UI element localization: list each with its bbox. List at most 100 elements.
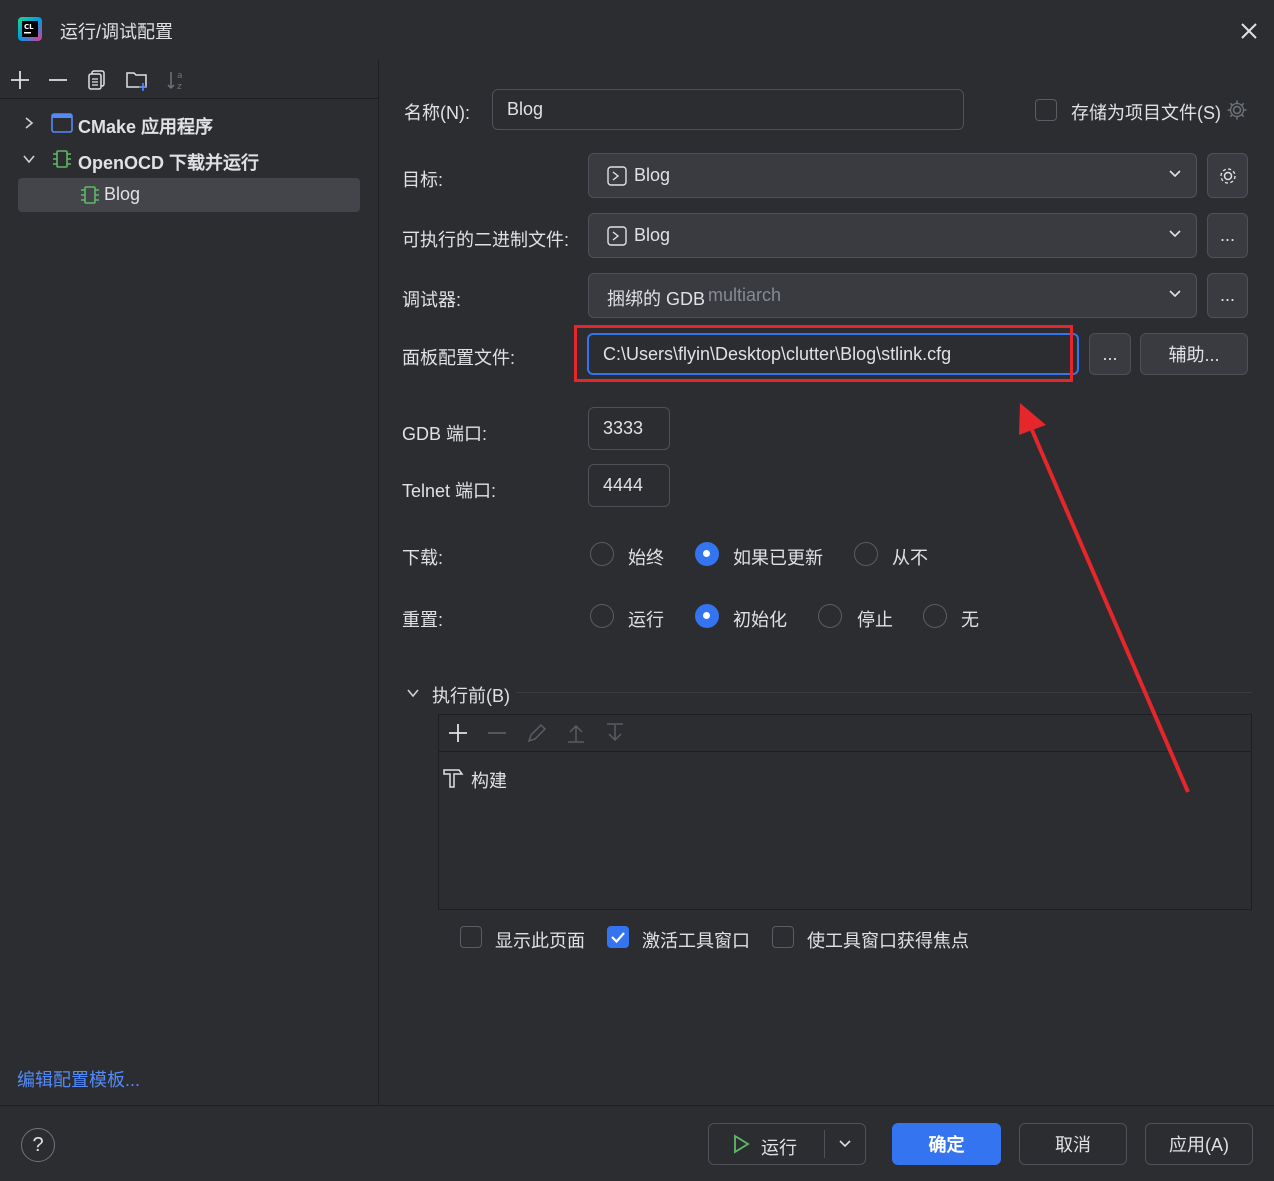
focus-tool-window-label: 使工具窗口获得焦点 (807, 931, 969, 951)
remove-icon[interactable] (46, 68, 70, 92)
gdb-port-input[interactable]: 3333 (588, 407, 670, 450)
download-never-radio[interactable] (854, 542, 878, 566)
move-down-icon (604, 722, 626, 744)
executable-value: Blog (634, 225, 671, 245)
edit-templates-link[interactable]: 编辑配置模板... (17, 1066, 140, 1092)
tree-item-label: CMake 应用程序 (78, 117, 214, 137)
download-never-label: 从不 (892, 548, 928, 568)
apply-button[interactable]: 应用(A) (1145, 1123, 1253, 1165)
configuration-tree-panel (0, 60, 378, 1106)
checkmark-icon (611, 932, 625, 944)
tree-item-label: OpenOCD 下载并运行 (78, 153, 260, 173)
download-label: 下载: (402, 548, 444, 568)
run-split-button[interactable]: 运行 (708, 1123, 866, 1165)
show-page-label: 显示此页面 (495, 931, 585, 951)
copy-icon[interactable] (86, 68, 110, 92)
chevron-down-icon[interactable] (22, 152, 36, 166)
add-icon[interactable] (8, 68, 32, 92)
tree-item-label: Blog (104, 184, 141, 204)
move-up-icon (565, 722, 587, 744)
add-icon[interactable] (447, 722, 469, 744)
target-select[interactable]: Blog (588, 153, 1197, 198)
store-as-project-file-checkbox[interactable] (1035, 99, 1057, 121)
remove-icon (486, 722, 508, 744)
gear-icon (1219, 167, 1236, 184)
board-config-browse-button[interactable]: ... (1089, 333, 1131, 375)
board-config-label: 面板配置文件: (402, 348, 516, 368)
assist-button[interactable]: 辅助... (1140, 333, 1248, 375)
debugger-hint: multiarch (708, 285, 782, 305)
sort-icon: az (165, 68, 189, 92)
chevron-down-icon (1168, 227, 1182, 241)
debugger-value: 捆绑的 GDB (607, 289, 706, 309)
reset-halt-label: 停止 (857, 610, 893, 630)
debugger-label: 调试器: (402, 290, 462, 310)
download-always-label: 始终 (628, 548, 664, 568)
tree-item-cmake-application[interactable]: CMake 应用程序 (18, 107, 360, 141)
telnet-port-label: Telnet 端口: (402, 481, 497, 501)
store-as-project-file-label: 存储为项目文件(S) (1071, 103, 1221, 123)
reset-run-label: 运行 (628, 610, 664, 630)
executable-icon (607, 226, 627, 246)
svg-text:CL: CL (24, 23, 34, 31)
before-launch-item-build[interactable]: 构建 (471, 767, 507, 793)
executable-browse-button[interactable]: ... (1207, 213, 1248, 258)
run-play-icon (731, 1134, 751, 1154)
footer-divider (0, 1105, 1274, 1106)
edit-pencil-icon (526, 722, 548, 744)
telnet-port-input[interactable]: 4444 (588, 464, 670, 507)
reset-init-radio[interactable] (695, 604, 719, 628)
openocd-chip-icon (79, 185, 101, 205)
focus-tool-window-checkbox[interactable] (772, 926, 794, 948)
debugger-browse-button[interactable]: ... (1207, 273, 1248, 318)
chevron-down-icon[interactable] (838, 1137, 852, 1151)
close-icon[interactable] (1234, 16, 1264, 46)
chevron-right-icon[interactable] (22, 116, 36, 130)
annotation-arrow (1019, 403, 1190, 793)
help-button[interactable]: ? (21, 1128, 55, 1162)
download-if-updated-radio[interactable] (695, 542, 719, 566)
title-bar (0, 0, 1274, 60)
reset-run-radio[interactable] (590, 604, 614, 628)
build-hammer-icon (442, 766, 464, 788)
chevron-down-icon[interactable] (406, 686, 420, 700)
tree-item-blog[interactable]: Blog (18, 178, 360, 212)
svg-text:z: z (177, 82, 182, 92)
tree-item-openocd[interactable]: OpenOCD 下载并运行 (18, 143, 360, 177)
download-always-radio[interactable] (590, 542, 614, 566)
gdb-port-label: GDB 端口: (402, 424, 488, 444)
run-label: 运行 (761, 1138, 797, 1158)
split-divider (824, 1130, 825, 1158)
activate-tool-window-checkbox[interactable] (607, 926, 629, 948)
executable-select[interactable]: Blog (588, 213, 1197, 258)
reset-none-label: 无 (961, 610, 979, 630)
clion-logo-icon: CL (18, 17, 42, 41)
openocd-chip-icon (51, 149, 73, 169)
name-input[interactable]: Blog (492, 89, 964, 130)
activate-tool-window-label: 激活工具窗口 (642, 931, 750, 951)
target-settings-button[interactable] (1207, 153, 1248, 198)
cmake-app-icon (51, 113, 73, 133)
debugger-select[interactable]: 捆绑的 GDB multiarch (588, 273, 1197, 318)
new-folder-icon[interactable] (125, 68, 149, 92)
target-value: Blog (634, 165, 671, 185)
before-launch-label[interactable]: 执行前(B) (432, 682, 510, 708)
reset-init-label: 初始化 (733, 610, 787, 630)
ok-button[interactable]: 确定 (892, 1123, 1001, 1165)
chevron-down-icon (1168, 287, 1182, 301)
annotation-highlight-box (574, 325, 1073, 382)
target-label: 目标: (402, 170, 444, 190)
window-title: 运行/调试配置 (60, 22, 174, 42)
gear-icon[interactable] (1226, 99, 1248, 121)
show-page-checkbox[interactable] (460, 926, 482, 948)
download-if-updated-label: 如果已更新 (733, 548, 823, 568)
chevron-down-icon (1168, 167, 1182, 181)
reset-halt-radio[interactable] (818, 604, 842, 628)
svg-text:a: a (177, 71, 183, 81)
reset-none-radio[interactable] (923, 604, 947, 628)
cancel-button[interactable]: 取消 (1019, 1123, 1127, 1165)
name-label: 名称(N): (404, 103, 470, 123)
toolbar-divider (0, 98, 378, 99)
executable-label: 可执行的二进制文件: (402, 230, 570, 250)
executable-icon (607, 166, 627, 186)
